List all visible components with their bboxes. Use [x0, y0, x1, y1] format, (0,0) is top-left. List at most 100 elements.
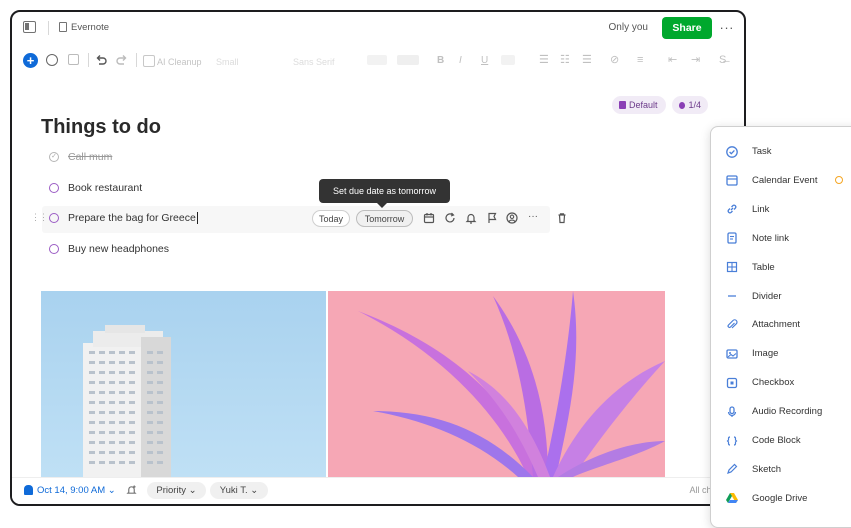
insert-menu-label: Calendar Event [752, 174, 818, 186]
indent-icon[interactable]: ⇥ [691, 53, 700, 67]
insert-menu-item[interactable]: Note link [711, 224, 851, 253]
task-check-icon[interactable] [46, 54, 58, 66]
sidebar-toggle-icon[interactable] [23, 21, 36, 33]
google-drive-icon [725, 491, 739, 505]
task-checkbox[interactable] [49, 183, 59, 193]
insert-menu-item[interactable]: Table [711, 253, 851, 282]
visibility-label[interactable]: Only you [609, 22, 648, 33]
task-checkbox[interactable] [49, 244, 59, 254]
task-checkbox-checked[interactable]: ✓ [49, 152, 59, 162]
insert-menu: Task Calendar Event Link Note link Table Divi… [710, 126, 851, 528]
task-progress-tag[interactable]: 1/4 [672, 96, 708, 114]
insert-menu-item[interactable]: Attachment [711, 310, 851, 339]
align-icon[interactable]: ≡ [637, 53, 643, 67]
share-button[interactable]: Share [662, 17, 712, 39]
reminder-bell-icon[interactable] [24, 485, 33, 495]
due-tomorrow-button[interactable]: Tomorrow [356, 210, 413, 227]
more-options-icon[interactable]: ··· [720, 20, 735, 35]
task-icon [725, 145, 739, 159]
default-tag[interactable]: Default [612, 96, 666, 114]
insert-menu-item[interactable]: Code Block [711, 426, 851, 455]
ai-cleanup-icon[interactable] [143, 55, 155, 67]
font-family-select[interactable]: Sans Serif [293, 55, 335, 69]
reminder-date[interactable]: Oct 14, 9:00 AM ⌄ [37, 485, 116, 496]
note-title[interactable]: Things to do [41, 116, 161, 139]
italic-icon[interactable]: I [459, 54, 462, 68]
drag-handle-icon[interactable]: ⋮⋮ [31, 213, 48, 222]
font-color-picker[interactable] [367, 55, 387, 65]
skyscraper-illustration [83, 325, 171, 477]
link-icon[interactable]: ⊘ [610, 53, 619, 67]
priority-dropdown[interactable]: Priority ⌄ [147, 482, 206, 499]
tag-icon [619, 101, 626, 109]
task-checkbox[interactable] [49, 213, 59, 223]
task-item[interactable]: ✓ Call mum [49, 149, 112, 165]
divider-icon [725, 289, 739, 303]
task-label[interactable]: Prepare the bag for Greece [68, 212, 196, 224]
task-more-icon[interactable]: ··· [528, 211, 538, 222]
assignee-dropdown[interactable]: Yuki T. ⌄ [210, 482, 268, 499]
insert-menu-item[interactable]: Link [711, 195, 851, 224]
insert-menu-item[interactable]: Task [711, 137, 851, 166]
insert-menu-label: Google Drive [752, 492, 808, 504]
notebook-name[interactable]: Evernote [71, 22, 109, 33]
due-date-tooltip: Set due date as tomorrow [319, 179, 450, 208]
task-item-active[interactable]: Prepare the bag for Greece [49, 210, 198, 226]
divider [88, 53, 89, 67]
insert-menu-label: Image [752, 348, 779, 360]
text-cursor [196, 212, 198, 224]
note-link-icon [725, 231, 739, 245]
flag-icon[interactable] [486, 212, 498, 224]
task-label[interactable]: Call mum [68, 151, 112, 163]
formatting-toolbar: + AI Cleanup Small Sans Serif B I U ☰ ☷ … [12, 48, 744, 74]
text-style-picker[interactable] [501, 55, 515, 65]
note-footer: Oct 14, 9:00 AM ⌄ Priority ⌄ Yuki T. ⌄ A… [12, 477, 744, 504]
strikethrough-icon[interactable]: S̶ [719, 53, 726, 67]
repeat-icon[interactable] [444, 212, 456, 224]
insert-menu-item[interactable]: Image [711, 339, 851, 368]
task-item[interactable]: Buy new headphones [49, 241, 169, 257]
plant-illustration [358, 291, 665, 477]
progress-label: 1/4 [688, 100, 701, 110]
checklist-icon[interactable]: ☰ [582, 53, 592, 67]
task-item[interactable]: Book restaurant [49, 180, 142, 196]
insert-menu-item[interactable]: Divider [711, 282, 851, 311]
undo-icon[interactable] [95, 54, 107, 66]
insert-menu-item[interactable]: Sketch [711, 455, 851, 484]
highlight-picker[interactable] [397, 55, 419, 65]
premium-badge-icon [835, 176, 843, 185]
image-icon [725, 347, 739, 361]
insert-menu-item[interactable]: Checkbox [711, 368, 851, 397]
microphone-icon [725, 405, 739, 419]
insert-menu-item[interactable]: Calendar Event [711, 166, 851, 195]
insert-menu-label: Table [752, 261, 775, 273]
divider [48, 21, 49, 35]
delete-trash-icon[interactable] [556, 212, 568, 224]
numbered-list-icon[interactable]: ☷ [560, 53, 570, 67]
insert-menu-item[interactable]: Google Drive [711, 484, 851, 513]
add-reminder-icon[interactable] [126, 484, 137, 496]
bold-icon[interactable]: B [437, 54, 444, 68]
paperclip-icon [725, 318, 739, 332]
building-image[interactable] [41, 291, 326, 477]
outdent-icon[interactable]: ⇤ [668, 53, 677, 67]
due-today-button[interactable]: Today [312, 210, 350, 227]
insert-plus-icon[interactable]: + [23, 53, 38, 68]
insert-menu-label: Audio Recording [752, 406, 823, 418]
calendar-icon[interactable] [68, 54, 79, 65]
insert-menu-label: Attachment [752, 319, 801, 331]
bullet-list-icon[interactable]: ☰ [539, 53, 549, 67]
font-size-select[interactable]: Small [216, 55, 239, 69]
redo-icon[interactable] [116, 54, 128, 66]
insert-menu-label: Task [752, 146, 772, 157]
task-label[interactable]: Buy new headphones [68, 243, 169, 255]
assign-user-icon[interactable] [506, 212, 518, 224]
underline-icon[interactable]: U [481, 54, 488, 68]
task-label[interactable]: Book restaurant [68, 182, 142, 194]
ai-cleanup-button[interactable]: AI Cleanup [157, 55, 202, 69]
checkbox-icon [725, 376, 739, 390]
due-date-calendar-icon[interactable] [423, 212, 435, 224]
reminder-bell-icon[interactable] [465, 212, 477, 224]
insert-menu-item[interactable]: Audio Recording [711, 397, 851, 426]
agave-plant-image[interactable] [328, 291, 665, 477]
